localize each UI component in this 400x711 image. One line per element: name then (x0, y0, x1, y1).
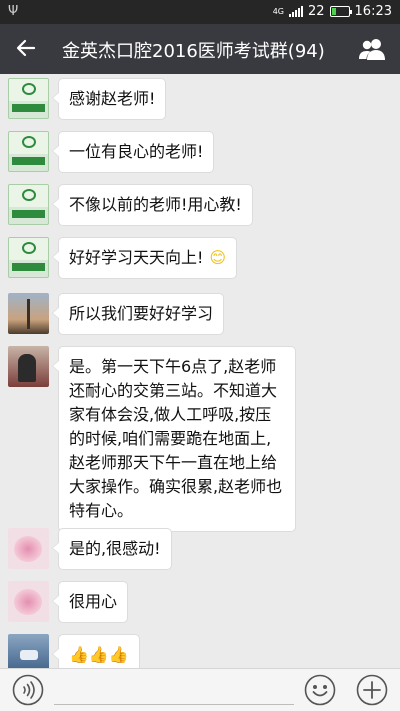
message-input[interactable] (54, 677, 294, 705)
smile-emoji: 😊 (209, 248, 227, 267)
message-bubble[interactable]: 一位有良心的老师! (51, 131, 215, 173)
sender-avatar[interactable] (8, 634, 49, 668)
sender-avatar[interactable] (8, 293, 49, 334)
message-bubble[interactable]: 👍👍👍 (52, 634, 140, 668)
message-bubble[interactable]: 很用心 (51, 581, 129, 623)
message-bubble[interactable]: 所以我们要好好学习 (51, 293, 225, 335)
sender-avatar[interactable] (8, 237, 49, 278)
sender-avatar[interactable] (8, 131, 49, 172)
clock: 16:23 (354, 4, 392, 19)
message-list[interactable]: 感谢赵老师! 一位有良心的老师! 不像以前的老师!用心教! 好好学习天天向上! 😊… (0, 74, 400, 668)
voice-input-icon[interactable] (12, 674, 44, 706)
input-bar (0, 668, 400, 711)
sender-avatar[interactable] (8, 346, 49, 387)
sender-avatar[interactable] (8, 184, 49, 225)
message-text: 不像以前的老师!用心教! (69, 195, 242, 214)
message-bubble[interactable]: 不像以前的老师!用心教! (52, 184, 253, 226)
battery-icon (329, 6, 352, 17)
message-bubble[interactable]: 感谢赵老师! (51, 78, 167, 120)
back-arrow-icon[interactable] (14, 36, 38, 60)
status-indicators: 4G 22 16:23 (273, 4, 392, 19)
message-text: 👍👍👍 (69, 645, 129, 664)
message-text: 所以我们要好好学习 (69, 304, 214, 323)
message-text: 是的,很感动! (69, 539, 161, 558)
emoji-icon[interactable] (304, 674, 336, 706)
message-bubble[interactable]: 是的,很感动! (52, 528, 172, 570)
signal-icon (288, 6, 303, 17)
plus-icon[interactable] (356, 674, 388, 706)
chat-header: 金英杰口腔2016医师考试群(94) (0, 24, 400, 74)
sender-avatar[interactable] (8, 528, 49, 569)
network-type: 4G (272, 7, 284, 16)
chat-title: 金英杰口腔2016医师考试群(94) (62, 41, 325, 62)
sender-avatar[interactable] (8, 581, 49, 622)
message-text: 是。第一天下午6点了,赵老师还耐心的交第三站。不知道大家有体会没,做人工呼吸,按… (69, 357, 283, 520)
message-text: 一位有良心的老师! (69, 142, 204, 161)
message-text: 感谢赵老师! (69, 89, 156, 108)
status-bar: Ψ 4G 22 16:23 (0, 0, 400, 24)
message-text: 很用心 (69, 592, 118, 611)
sender-avatar[interactable] (8, 78, 49, 119)
message-bubble[interactable]: 好好学习天天向上! 😊 (51, 237, 238, 279)
message-text: 好好学习天天向上! (69, 248, 204, 267)
usb-icon: Ψ (8, 4, 19, 19)
group-members-icon[interactable] (358, 36, 386, 62)
message-bubble[interactable]: 是。第一天下午6点了,赵老师还耐心的交第三站。不知道大家有体会没,做人工呼吸,按… (52, 346, 296, 532)
battery-level: 22 (307, 4, 325, 19)
